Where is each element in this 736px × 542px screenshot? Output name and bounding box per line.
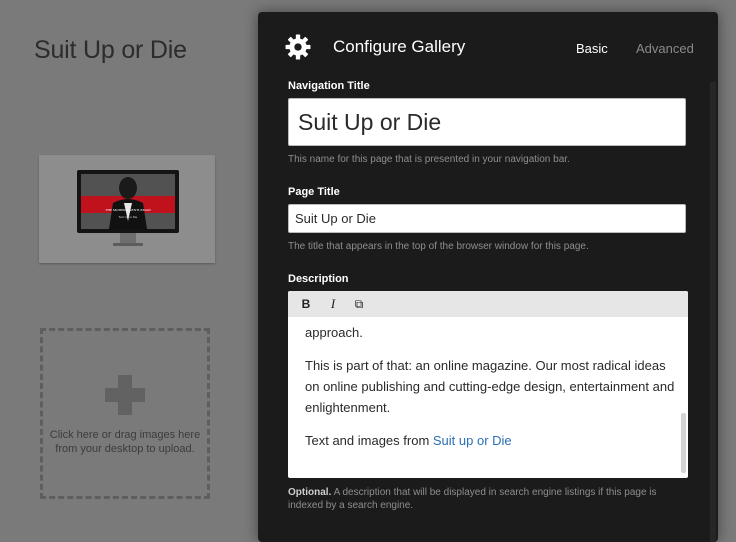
thumbnail-subtitle-text: Suit Up or Die	[119, 215, 138, 219]
plus-icon-bar	[105, 388, 145, 402]
editor-content[interactable]: approach. This is part of that: an onlin…	[305, 317, 675, 478]
description-paragraph: approach.	[305, 325, 363, 340]
description-editor[interactable]: B I ⧉ approach. This is part of that: an…	[288, 291, 688, 478]
page-title-input[interactable]	[288, 204, 686, 233]
page-title-label: Page Title	[288, 186, 340, 198]
page-heading: Suit Up or Die	[34, 36, 187, 64]
optional-text: A description that will be displayed in …	[288, 487, 657, 511]
configure-gallery-modal: Configure Gallery Basic Advanced Navigat…	[258, 12, 718, 542]
modal-title: Configure Gallery	[333, 37, 466, 56]
navigation-title-help: This name for this page that is presente…	[288, 154, 570, 165]
credit-text: Text and images from	[305, 433, 433, 448]
suit-up-or-die-link[interactable]: Suit up or Die	[433, 433, 512, 448]
description-paragraph: Text and images from Suit up or Die	[305, 430, 512, 451]
description-label: Description	[288, 273, 349, 285]
monitor-preview-image: THE MODERN GENTLEMAN Suit Up or Die	[39, 155, 215, 263]
description-paragraph: This is part of that: an online magazine…	[305, 358, 675, 415]
gallery-thumbnail[interactable]: THE MODERN GENTLEMAN Suit Up or Die	[39, 155, 215, 263]
navigation-title-label: Navigation Title	[288, 80, 370, 92]
editor-toolbar: B I ⧉	[288, 291, 688, 317]
optional-label: Optional.	[288, 487, 332, 498]
gear-icon	[285, 34, 311, 60]
italic-icon[interactable]: I	[325, 296, 341, 312]
navigation-title-input[interactable]	[288, 98, 686, 146]
tab-basic[interactable]: Basic	[576, 41, 608, 56]
link-icon[interactable]: ⧉	[351, 296, 367, 312]
thumbnail-header-text: THE MODERN GENTLEMAN	[105, 208, 151, 212]
description-help: Optional. A description that will be dis…	[288, 486, 688, 512]
image-upload-dropzone[interactable]: Click here or drag images here from your…	[40, 328, 210, 499]
editor-scrollbar[interactable]	[681, 413, 686, 473]
tab-advanced[interactable]: Advanced	[636, 41, 694, 56]
page-title-help: The title that appears in the top of the…	[288, 241, 589, 252]
bold-icon[interactable]: B	[298, 296, 314, 312]
upload-hint-text: Click here or drag images here from your…	[49, 429, 201, 455]
modal-scrollbar[interactable]	[710, 82, 716, 542]
